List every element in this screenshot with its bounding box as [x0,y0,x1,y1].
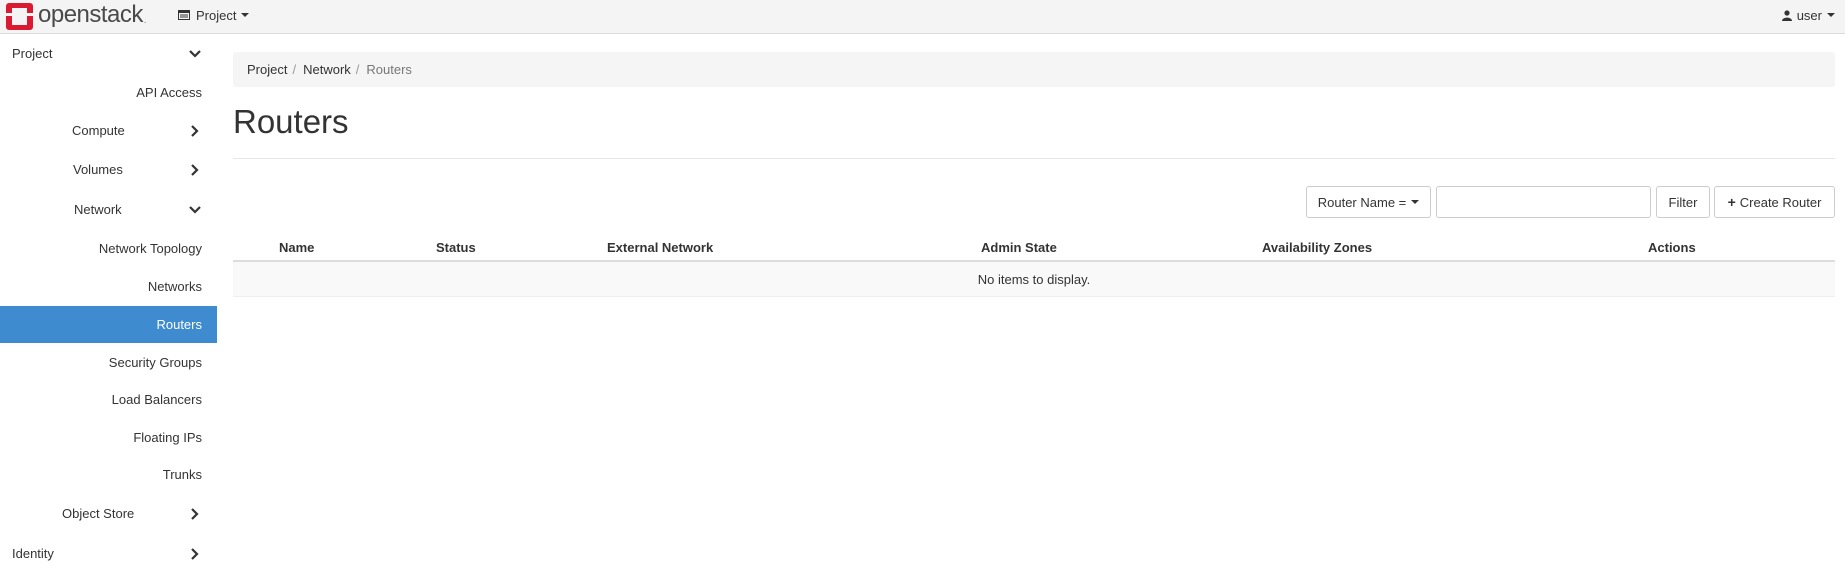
chevron-right-icon [191,164,199,176]
breadcrumb-routers: Routers [366,62,412,77]
chevron-right-icon [191,508,199,520]
sidebar-item-load-balancers[interactable]: Load Balancers [0,381,217,418]
caret-down-icon [241,13,250,17]
sidebar-item-security-groups[interactable]: Security Groups [0,344,217,381]
top-navbar: openstack. Project user [0,0,1845,34]
filter-field-label: Router Name = [1317,194,1407,210]
filter-field-dropdown[interactable]: Router Name = [1306,186,1431,218]
chevron-right-icon [191,548,199,560]
brand-name: openstack [38,1,143,28]
openstack-logo[interactable]: openstack. [6,1,147,30]
chevron-right-icon [191,125,199,137]
chevron-down-icon [189,50,201,58]
column-header-availability-zones[interactable]: Availability Zones [1262,240,1372,255]
create-router-label: Create Router [1739,194,1822,210]
openstack-logo-icon [6,2,33,30]
sidebar-item-compute[interactable]: Compute [0,112,217,149]
sidebar-item-floating-ips[interactable]: Floating IPs [0,419,217,456]
user-dropdown-label: user [1796,7,1822,23]
user-icon [1781,9,1792,21]
sidebar-item-label: API Access [136,85,202,100]
create-router-button[interactable]: + Create Router [1714,186,1835,218]
sidebar-item-label: Trunks [162,467,202,482]
brand-suffix: . [143,15,147,25]
chevron-down-icon [189,206,201,214]
sidebar-item-label: Routers [156,317,202,332]
sidebar-item-network-topology[interactable]: Network Topology [0,230,217,267]
sidebar-item-label: Networks [147,279,202,294]
column-header-status[interactable]: Status [436,240,476,255]
empty-message: No items to display. [977,271,1091,287]
sidebar-item-label: Floating IPs [133,430,202,445]
breadcrumb-project[interactable]: Project [247,62,287,77]
sidebar-item-network[interactable]: Network [0,191,217,228]
sidebar-nav: Project API Access Compute Volumes Netwo… [0,35,217,574]
table-header: Name Status External Network Admin State… [233,231,1835,262]
title-divider [233,158,1835,159]
sidebar-item-label: Volumes [73,162,123,177]
sidebar-item-label: Identity [12,546,54,561]
sidebar-item-volumes[interactable]: Volumes [0,151,217,188]
sidebar-item-identity[interactable]: Identity [0,535,217,572]
sidebar-item-label: Project [12,46,53,61]
project-icon [178,10,190,20]
sidebar-item-label: Security Groups [108,355,202,370]
filter-input[interactable] [1436,186,1651,218]
routers-table: Name Status External Network Admin State… [233,231,1835,297]
sidebar-item-object-store[interactable]: Object Store [0,495,217,532]
project-dropdown-label: Project [196,7,237,23]
caret-down-icon [1827,13,1835,17]
breadcrumb-network[interactable]: Network [303,62,351,77]
sidebar-item-label: Network Topology [98,241,202,256]
caret-down-icon [1411,200,1420,204]
sidebar-item-project[interactable]: Project [0,35,217,72]
sidebar-item-api-access[interactable]: API Access [0,74,217,111]
filter-button[interactable]: Filter [1656,186,1710,218]
sidebar-item-label: Network [74,202,122,217]
filter-button-label: Filter [1668,194,1698,210]
table-empty-row: No items to display. [233,262,1835,297]
column-header-actions: Actions [1648,240,1696,255]
user-dropdown[interactable]: user [1781,0,1835,30]
column-header-admin-state[interactable]: Admin State [981,240,1057,255]
column-header-external-network[interactable]: External Network [607,240,713,255]
sidebar-item-routers[interactable]: Routers [0,306,217,343]
page-title: Routers [233,103,349,140]
sidebar-item-label: Object Store [62,506,135,521]
breadcrumb-separator: / [355,62,360,77]
breadcrumb: Project / Network / Routers [233,52,1835,87]
sidebar-item-trunks[interactable]: Trunks [0,456,217,493]
plus-icon: + [1727,194,1736,210]
breadcrumb-separator: / [292,62,297,77]
sidebar-item-label: Load Balancers [111,392,202,407]
sidebar-item-label: Compute [72,123,125,138]
column-header-name[interactable]: Name [279,240,314,255]
sidebar-item-networks[interactable]: Networks [0,268,217,305]
project-dropdown[interactable]: Project [178,0,250,30]
